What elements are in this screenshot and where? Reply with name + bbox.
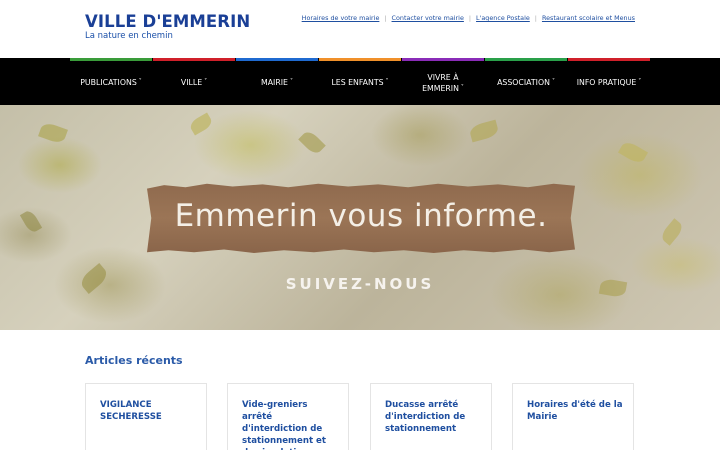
leaf-decoration — [468, 119, 500, 143]
hero-banner: Emmerin vous informe. SUIVEZ-NOUS — [0, 105, 720, 330]
leaf-decoration — [617, 139, 649, 166]
nav-item-info-pratique[interactable]: INFO PRATIQUE ˅ — [568, 58, 650, 105]
nav-item-ville[interactable]: VILLE ˅ — [153, 58, 235, 105]
top-link-restaurant[interactable]: Restaurant scolaire et Menus — [542, 14, 635, 22]
leaf-decoration — [187, 112, 215, 136]
chevron-down-icon: ˅ — [460, 83, 464, 91]
nav-label: INFO PRATIQUE — [576, 78, 637, 87]
nav-item-association[interactable]: ASSOCIATION ˅ — [485, 58, 567, 105]
chevron-down-icon: ˅ — [204, 78, 208, 85]
article-card[interactable]: Horaires d'été de la Mairie — [512, 383, 634, 450]
nav-item-les-enfants[interactable]: LES ENFANTS ˅ — [319, 58, 401, 105]
nav-label: VIVRE À — [427, 72, 459, 82]
leaf-decoration — [38, 121, 68, 145]
top-links: Horaires de votre mairie | Contacter vot… — [302, 14, 635, 22]
top-link-contact[interactable]: Contacter votre mairie — [392, 14, 464, 22]
article-card[interactable]: Ducasse arrêté d'interdiction de station… — [370, 383, 492, 450]
leaf-decoration — [658, 218, 686, 246]
separator: | — [534, 14, 537, 22]
article-card[interactable]: VIGILANCE SECHERESSE — [85, 383, 207, 450]
main-nav: PUBLICATIONS ˅ VILLE ˅ MAIRIE ˅ LES ENFANTS… — [0, 58, 720, 105]
chevron-down-icon: ˅ — [138, 78, 142, 85]
article-title[interactable]: Ducasse arrêté d'interdiction de station… — [385, 399, 481, 435]
chevron-down-icon: ˅ — [551, 78, 555, 85]
hero-subtitle[interactable]: SUIVEZ-NOUS — [0, 275, 720, 293]
article-card[interactable]: Vide-greniers arrêté d'interdiction de s… — [227, 383, 349, 450]
site-title[interactable]: VILLE D'EMMERIN — [85, 12, 250, 31]
nav-label: ASSOCIATION — [497, 78, 550, 87]
separator: | — [468, 14, 472, 22]
leaf-decoration — [298, 128, 326, 157]
separator: | — [384, 14, 387, 22]
hero-headline: Emmerin vous informe. — [174, 198, 548, 234]
site-tagline: La nature en chemin — [85, 31, 173, 41]
nav-label: MAIRIE — [260, 78, 288, 87]
nav-item-publications[interactable]: PUBLICATIONS ˅ — [70, 58, 152, 105]
nav-label: VILLE — [180, 78, 203, 87]
top-link-agence-postale[interactable]: L'agence Postale — [476, 14, 530, 22]
nav-item-mairie[interactable]: MAIRIE ˅ — [236, 58, 318, 105]
nav-label: EMMERIN — [422, 83, 459, 93]
article-title[interactable]: Horaires d'été de la Mairie — [527, 399, 623, 423]
recent-articles-heading: Articles récents — [85, 354, 183, 367]
nav-item-vivre-a-emmerin[interactable]: VIVRE À EMMERIN ˅ — [402, 58, 484, 105]
chevron-down-icon: ˅ — [638, 78, 642, 85]
top-link-horaires[interactable]: Horaires de votre mairie — [302, 14, 380, 22]
chevron-down-icon: ˅ — [290, 78, 293, 85]
site-header: VILLE D'EMMERIN La nature en chemin Hora… — [0, 0, 720, 58]
article-title[interactable]: Vide-greniers arrêté d'interdiction de s… — [242, 399, 338, 450]
leaf-decoration — [19, 208, 43, 235]
nav-label: PUBLICATIONS — [80, 78, 137, 87]
article-title[interactable]: VIGILANCE SECHERESSE — [100, 399, 196, 423]
chevron-down-icon: ˅ — [385, 78, 389, 85]
nav-label: LES ENFANTS — [331, 78, 384, 87]
